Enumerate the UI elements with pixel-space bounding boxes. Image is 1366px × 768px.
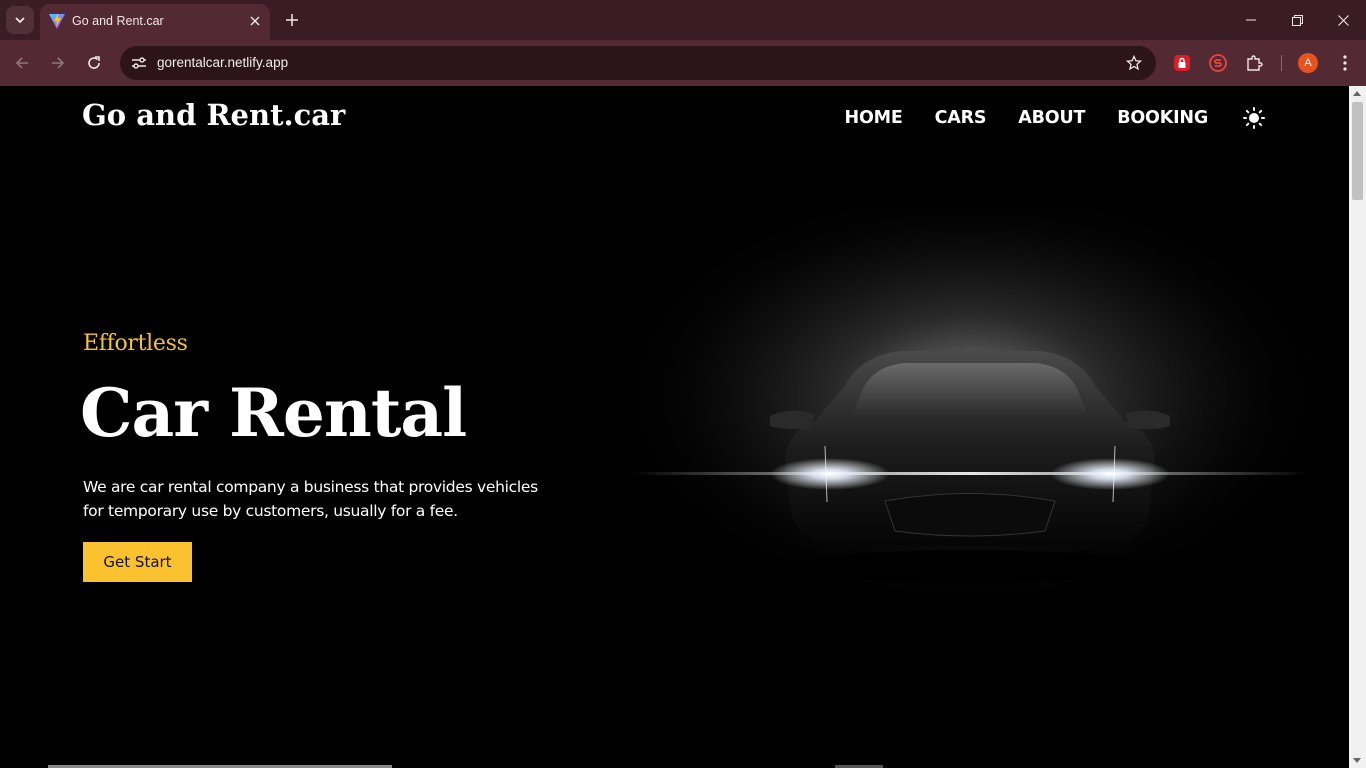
hero-headline: Car Rental (80, 374, 467, 452)
tab-title: Go and Rent.car (72, 14, 164, 28)
extension-shield-button[interactable] (1206, 51, 1230, 75)
forward-button[interactable] (46, 51, 70, 75)
reload-button[interactable] (82, 51, 106, 75)
new-tab-button[interactable] (280, 8, 304, 32)
lock-extension-icon (1174, 55, 1190, 71)
active-tab[interactable]: Go and Rent.car (40, 4, 270, 40)
plus-icon (286, 14, 298, 26)
tab-strip: Go and Rent.car (0, 0, 1366, 40)
page-viewport: Go and Rent.car HOME CARS ABOUT BOOKING … (0, 86, 1349, 768)
restore-button[interactable] (1285, 8, 1309, 32)
close-window-button[interactable] (1331, 8, 1355, 32)
close-icon (250, 16, 260, 26)
nav-cars[interactable]: CARS (935, 108, 987, 128)
star-icon (1126, 55, 1142, 71)
hero-eyebrow: Effortless (83, 331, 188, 356)
browser-toolbar: gorentalcar.netlify.app A (0, 40, 1366, 86)
nav-about[interactable]: ABOUT (1018, 108, 1085, 128)
scrollbar-thumb[interactable] (1352, 102, 1363, 200)
site-info-button[interactable] (128, 52, 150, 74)
scroll-up-arrow[interactable] (1353, 91, 1361, 96)
toolbar-divider (1281, 55, 1282, 71)
browser-menu-button[interactable] (1333, 51, 1357, 75)
close-icon (1337, 14, 1349, 26)
back-button[interactable] (10, 51, 34, 75)
chevron-down-icon (15, 17, 25, 24)
more-vertical-icon (1343, 55, 1347, 71)
get-start-button[interactable]: Get Start (83, 542, 192, 582)
arrow-left-icon (15, 57, 28, 69)
nav-home[interactable]: HOME (845, 108, 903, 128)
hero-description: We are car rental company a business tha… (83, 478, 538, 520)
url-text[interactable]: gorentalcar.netlify.app (157, 55, 288, 70)
site-logo[interactable]: Go and Rent.car (82, 98, 345, 132)
extensions-button[interactable] (1242, 51, 1266, 75)
scroll-down-arrow[interactable] (1353, 758, 1361, 763)
vite-logo-icon (49, 13, 65, 29)
minimize-icon (1246, 19, 1256, 21)
tune-icon (132, 57, 146, 69)
nav-booking[interactable]: BOOKING (1117, 108, 1208, 128)
tab-search-button[interactable] (6, 6, 34, 34)
bookmark-button[interactable] (1124, 53, 1144, 73)
profile-avatar[interactable]: A (1298, 53, 1318, 73)
shield-s-extension-icon (1209, 54, 1227, 72)
restore-icon (1291, 14, 1303, 26)
arrow-right-icon (52, 57, 65, 69)
tab-close-button[interactable] (246, 12, 264, 30)
theme-toggle-button[interactable] (1242, 106, 1266, 130)
sun-icon (1243, 107, 1265, 129)
puzzle-icon (1247, 55, 1263, 71)
reload-icon (88, 56, 100, 69)
minimize-button[interactable] (1239, 8, 1263, 32)
extension-lock-button[interactable] (1170, 51, 1194, 75)
address-bar[interactable]: gorentalcar.netlify.app (120, 46, 1156, 80)
main-nav: HOME CARS ABOUT BOOKING (813, 106, 1266, 130)
hero-car-image (620, 206, 1320, 626)
vertical-scrollbar[interactable] (1349, 86, 1366, 768)
